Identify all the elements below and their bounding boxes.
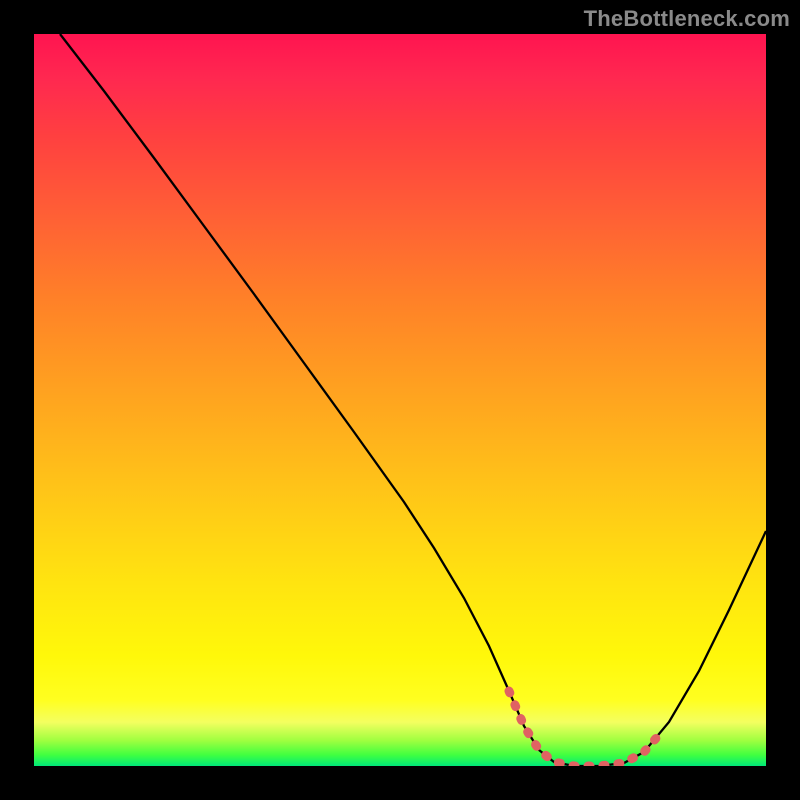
- bottleneck-curve-path: [60, 34, 766, 766]
- bottleneck-curve: [60, 34, 766, 766]
- valley-highlight-path: [509, 691, 658, 766]
- valley-highlight: [509, 691, 658, 766]
- chart-container: TheBottleneck.com: [0, 0, 800, 800]
- plot-area: [34, 34, 766, 766]
- watermark-text: TheBottleneck.com: [584, 6, 790, 32]
- curve-svg: [34, 34, 766, 766]
